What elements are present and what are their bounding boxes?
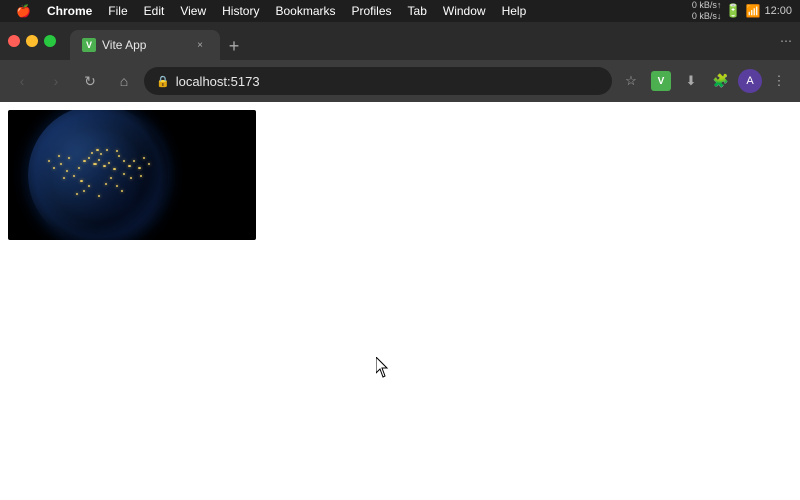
puzzle-icon: 🧩: [713, 73, 729, 89]
expand-button[interactable]: ⋯: [776, 31, 796, 51]
menubar-history[interactable]: History: [214, 0, 267, 22]
wifi-icon: 📶: [746, 4, 761, 18]
menubar: 🍎 Chrome File Edit View History Bookmark…: [0, 0, 800, 22]
mouse-cursor: [376, 357, 394, 379]
window-close-button[interactable]: [8, 35, 20, 47]
network-stats: 0 kB/s↑0 kB/s↓: [692, 0, 722, 22]
lock-icon: 🔒: [156, 75, 170, 88]
tabs-area: V Vite App × +: [70, 22, 772, 60]
active-tab[interactable]: V Vite App ×: [70, 30, 220, 60]
nav-right-controls: ☆ V ⬇ 🧩 A ⋮: [618, 68, 792, 94]
tab-title: Vite App: [102, 38, 186, 52]
reload-icon: ↻: [84, 73, 96, 90]
tab-right-controls: ⋯: [772, 22, 800, 60]
apple-menu[interactable]: 🍎: [8, 0, 39, 22]
menubar-window[interactable]: Window: [435, 0, 494, 22]
battery-icon: 🔋: [725, 3, 741, 19]
earth-container: [8, 110, 256, 240]
menubar-file[interactable]: File: [100, 0, 135, 22]
earth-globe: [28, 110, 168, 240]
forward-button[interactable]: ›: [42, 67, 70, 95]
address-bar[interactable]: 🔒 localhost:5173: [144, 67, 612, 95]
menubar-chrome[interactable]: Chrome: [39, 0, 100, 22]
menubar-tab[interactable]: Tab: [400, 0, 435, 22]
menubar-help[interactable]: Help: [494, 0, 535, 22]
menubar-right: 0 kB/s↑0 kB/s↓ 🔋 📶 12:00: [692, 0, 792, 22]
bookmark-star-button[interactable]: ☆: [618, 68, 644, 94]
profile-button[interactable]: A: [738, 69, 762, 93]
home-icon: ⌂: [120, 73, 128, 89]
vite-extension-button[interactable]: V: [648, 68, 674, 94]
menu-button[interactable]: ⋮: [766, 68, 792, 94]
city-lights: [28, 110, 168, 240]
reload-button[interactable]: ↻: [76, 67, 104, 95]
back-button[interactable]: ‹: [8, 67, 36, 95]
window-maximize-button[interactable]: [44, 35, 56, 47]
window-minimize-button[interactable]: [26, 35, 38, 47]
page-content: [0, 102, 800, 500]
new-tab-button[interactable]: +: [220, 32, 248, 60]
download-button[interactable]: ⬇: [678, 68, 704, 94]
tab-favicon: V: [82, 38, 96, 52]
tab-close-button[interactable]: ×: [192, 37, 208, 53]
download-icon: ⬇: [686, 73, 697, 89]
home-button[interactable]: ⌂: [110, 67, 138, 95]
profile-label: A: [746, 75, 753, 87]
clock: 12:00: [764, 5, 792, 17]
menubar-bookmarks[interactable]: Bookmarks: [267, 0, 343, 22]
menubar-edit[interactable]: Edit: [136, 0, 173, 22]
address-text: localhost:5173: [176, 74, 600, 89]
nav-bar: ‹ › ↻ ⌂ 🔒 localhost:5173 ☆ V ⬇ 🧩 A ⋮: [0, 60, 800, 102]
back-icon: ‹: [20, 73, 25, 89]
menubar-profiles[interactable]: Profiles: [344, 0, 400, 22]
extensions-button[interactable]: 🧩: [708, 68, 734, 94]
menu-icon: ⋮: [773, 73, 786, 89]
menubar-view[interactable]: View: [172, 0, 214, 22]
window-controls: [0, 22, 70, 60]
vite-icon: V: [651, 71, 671, 91]
forward-icon: ›: [54, 73, 59, 89]
tab-bar: V Vite App × + ⋯: [0, 22, 800, 60]
star-icon: ☆: [625, 73, 637, 89]
